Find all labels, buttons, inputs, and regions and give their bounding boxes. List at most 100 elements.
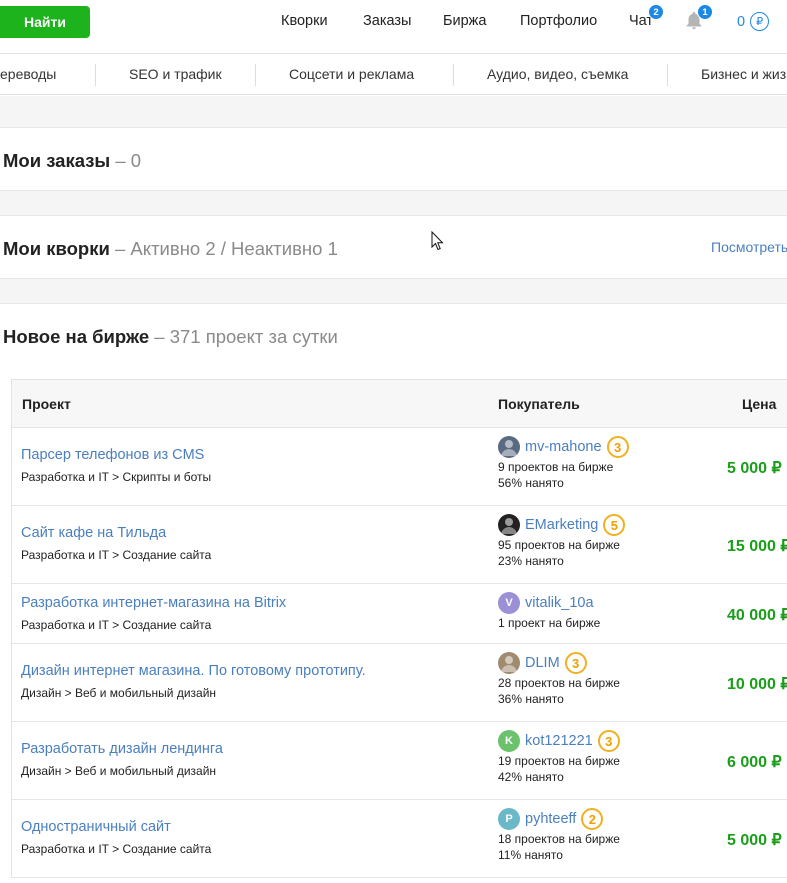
buyer-projects-count: 28 проектов на бирже xyxy=(498,676,620,690)
nav-orders[interactable]: Заказы xyxy=(363,13,411,29)
buyer-projects-count: 1 проект на бирже xyxy=(498,616,601,630)
category-audio-video[interactable]: Аудио, видео, съемка xyxy=(487,66,628,82)
project-price: 10 000 ₽ xyxy=(727,676,787,693)
category-translations[interactable]: ереводы xyxy=(0,66,56,82)
category-business[interactable]: Бизнес и жиз xyxy=(701,66,786,82)
buyer-info: P pyhteeff 2 18 проектов на бирже 11% на… xyxy=(498,808,620,862)
project-price: 5 000 ₽ xyxy=(727,460,782,477)
nav-kworks[interactable]: Кворки xyxy=(281,13,328,29)
buyer-name-link[interactable]: kot121221 xyxy=(525,733,593,749)
project-price: 15 000 ₽ xyxy=(727,538,787,555)
kworks-count: – Активно 2 / Неактивно 1 xyxy=(115,238,338,259)
column-price: Цена xyxy=(742,396,777,412)
buyer-name-link[interactable]: pyhteeff xyxy=(525,811,576,827)
table-row[interactable]: Сайт кафе на Тильда Разработка и IT > Со… xyxy=(12,506,787,584)
search-button[interactable]: Найти xyxy=(0,6,90,38)
table-row[interactable]: Одностраничный сайт Разработка и IT > Со… xyxy=(12,800,787,878)
table-row[interactable]: Разработать дизайн лендинга Дизайн > Веб… xyxy=(12,722,787,800)
category-bar: ереводы SEO и трафик Соцсети и реклама А… xyxy=(0,55,787,95)
exchange-title[interactable]: Новое на бирже – 371 проект за сутки xyxy=(3,326,338,348)
project-title-link[interactable]: Разработка интернет-магазина на Bitrix xyxy=(21,595,286,611)
user-photo-icon xyxy=(501,518,517,534)
buyer-level-badge: 2 xyxy=(581,808,604,830)
section-heading: Мои заказы xyxy=(3,150,111,171)
buyer-name-link[interactable]: mv-mahone xyxy=(525,439,602,455)
buyer-info: mv-mahone 3 9 проектов на бирже 56% наня… xyxy=(498,436,629,490)
avatar[interactable]: K xyxy=(498,730,520,752)
project-title-link[interactable]: Парсер телефонов из CMS xyxy=(21,447,204,463)
project-title-link[interactable]: Сайт кафе на Тильда xyxy=(21,525,166,541)
section-heading: Мои кворки xyxy=(3,238,110,259)
buyer-name-link[interactable]: EMarketing xyxy=(525,517,598,533)
avatar[interactable]: P xyxy=(498,808,520,830)
mouse-cursor-icon xyxy=(431,231,444,251)
avatar[interactable] xyxy=(498,514,520,536)
buyer-level-badge: 3 xyxy=(564,652,587,674)
category-divider xyxy=(667,64,668,86)
nav-portfolio[interactable]: Портфолио xyxy=(520,13,597,29)
category-seo[interactable]: SEO и трафик xyxy=(129,66,222,82)
column-buyer: Покупатель xyxy=(498,396,580,412)
spacer xyxy=(0,190,787,216)
view-kworks-link[interactable]: Посмотреть xyxy=(711,239,787,255)
balance-value: 0 xyxy=(737,13,746,30)
projects-table: Проект Покупатель Цена Парсер телефонов … xyxy=(11,379,787,878)
project-title-link[interactable]: Дизайн интернет магазина. По готовому пр… xyxy=(21,663,366,679)
spacer xyxy=(0,278,787,304)
project-category: Разработка и IT > Создание сайта xyxy=(21,548,212,562)
nav-exchange[interactable]: Биржа xyxy=(443,13,486,29)
project-price: 5 000 ₽ xyxy=(727,832,782,849)
buyer-level-badge: 3 xyxy=(597,730,620,752)
buyer-name-link[interactable]: vitalik_10a xyxy=(525,595,594,611)
buyer-projects-count: 18 проектов на бирже xyxy=(498,832,620,846)
project-title-link[interactable]: Разработать дизайн лендинга xyxy=(21,741,223,757)
buyer-hired-rate: 42% нанято xyxy=(498,770,564,784)
table-row[interactable]: Парсер телефонов из CMS Разработка и IT … xyxy=(12,428,787,506)
project-category: Дизайн > Веб и мобильный дизайн xyxy=(21,686,217,700)
buyer-projects-count: 95 проектов на бирже xyxy=(498,538,620,552)
buyer-hired-rate: 56% нанято xyxy=(498,476,564,490)
project-title-link[interactable]: Одностраничный сайт xyxy=(21,819,171,835)
project-price: 6 000 ₽ xyxy=(727,754,782,771)
exchange-section: Новое на бирже – 371 проект за сутки xyxy=(0,304,787,374)
section-heading: Новое на бирже xyxy=(3,326,150,347)
buyer-level-badge: 5 xyxy=(603,514,626,536)
avatar[interactable] xyxy=(498,436,520,458)
balance[interactable]: 0 ₽ xyxy=(737,12,770,31)
project-category: Разработка и IT > Создание сайта xyxy=(21,618,212,632)
my-kworks-section: Мои кворки – Активно 2 / Неактивно 1 Пос… xyxy=(0,216,787,278)
column-project: Проект xyxy=(22,396,71,412)
category-social[interactable]: Соцсети и реклама xyxy=(289,66,414,82)
table-row[interactable]: Дизайн интернет магазина. По готовому пр… xyxy=(12,644,787,722)
buyer-info: K kot121221 3 19 проектов на бирже 42% н… xyxy=(498,730,620,784)
my-orders-section: Мои заказы – 0 xyxy=(0,128,787,190)
chat-badge: 2 xyxy=(648,4,664,20)
buyer-info: EMarketing 5 95 проектов на бирже 23% на… xyxy=(498,514,626,568)
table-body: Парсер телефонов из CMS Разработка и IT … xyxy=(12,428,787,878)
user-photo-icon xyxy=(501,656,517,672)
buyer-level-badge: 3 xyxy=(606,436,629,458)
notification-badge: 1 xyxy=(697,4,713,20)
avatar[interactable]: V xyxy=(498,592,520,614)
table-row[interactable]: Разработка интернет-магазина на Bitrix Р… xyxy=(12,584,787,644)
buyer-hired-rate: 11% нанято xyxy=(498,848,563,862)
orders-count: – 0 xyxy=(115,150,142,171)
my-kworks-title[interactable]: Мои кворки – Активно 2 / Неактивно 1 xyxy=(3,238,338,260)
spacer xyxy=(0,96,787,128)
buyer-info: DLIM 3 28 проектов на бирже 36% нанято xyxy=(498,652,620,706)
user-photo-icon xyxy=(501,440,517,456)
project-category: Разработка и IT > Создание сайта xyxy=(21,842,212,856)
avatar[interactable] xyxy=(498,652,520,674)
my-orders-title[interactable]: Мои заказы – 0 xyxy=(3,150,141,172)
buyer-hired-rate: 23% нанято xyxy=(498,554,564,568)
top-header: Найти Кворки Заказы Биржа Портфолио Чат … xyxy=(0,0,787,54)
exchange-count: – 371 проект за сутки xyxy=(154,326,338,347)
ruble-icon: ₽ xyxy=(750,12,770,31)
table-header: Проект Покупатель Цена xyxy=(12,380,787,428)
category-divider xyxy=(95,64,96,86)
category-divider xyxy=(453,64,454,86)
project-category: Дизайн > Веб и мобильный дизайн xyxy=(21,764,217,778)
buyer-name-link[interactable]: DLIM xyxy=(525,655,560,671)
buyer-projects-count: 9 проектов на бирже xyxy=(498,460,614,474)
buyer-info: V vitalik_10a 1 проект на бирже xyxy=(498,592,600,630)
